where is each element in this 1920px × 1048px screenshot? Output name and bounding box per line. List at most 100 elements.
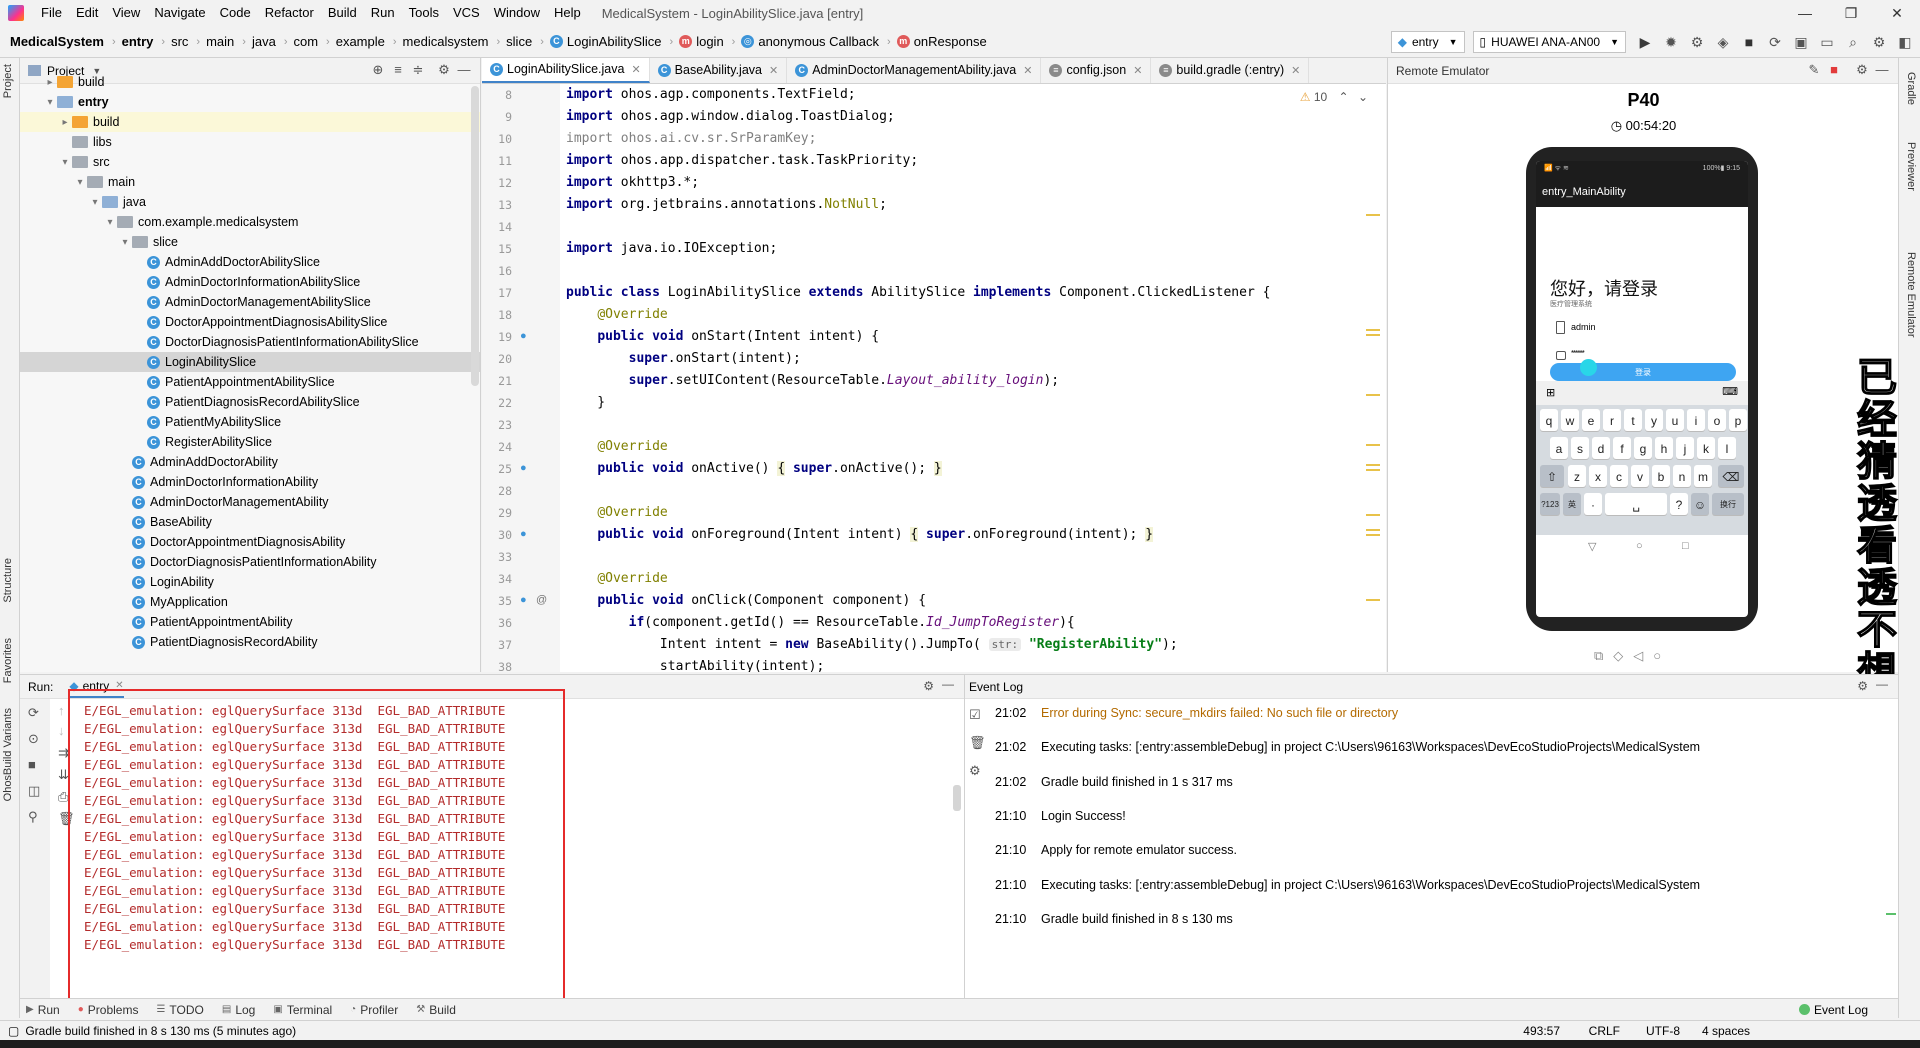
chevron-down-icon[interactable]: ▾ bbox=[103, 217, 117, 228]
project-scrollbar[interactable] bbox=[471, 86, 479, 386]
key-p[interactable]: p bbox=[1729, 409, 1747, 431]
debug-attach-icon[interactable]: ⊙ bbox=[28, 731, 39, 747]
tree-item[interactable]: C PatientAppointmentAbility bbox=[20, 612, 480, 632]
menu-vcs[interactable]: VCS bbox=[446, 0, 487, 26]
warning-stripe-mark[interactable] bbox=[1366, 529, 1380, 531]
key-e[interactable]: e bbox=[1582, 409, 1600, 431]
key-g[interactable]: g bbox=[1634, 437, 1652, 459]
run-icon[interactable]: ▶ bbox=[1634, 31, 1656, 53]
chevron-down-icon[interactable]: ▾ bbox=[118, 237, 132, 248]
username-field[interactable]: admin bbox=[1571, 322, 1596, 332]
rerun-icon[interactable]: ⟳ bbox=[28, 705, 39, 721]
chevron-down-icon[interactable]: ▾ bbox=[73, 177, 87, 188]
breadcrumb-item[interactable]: main bbox=[206, 34, 234, 49]
warning-stripe-mark[interactable] bbox=[1366, 599, 1380, 601]
run-config-select[interactable]: ◆ entry ▼ bbox=[1390, 31, 1465, 53]
enter-key[interactable]: 换行 bbox=[1712, 493, 1744, 515]
screenshot-icon[interactable]: ⧉ bbox=[1594, 648, 1603, 664]
key-k[interactable]: k bbox=[1697, 437, 1715, 459]
tree-item[interactable]: ▾ src bbox=[20, 152, 480, 172]
settings-gear-icon[interactable]: ⚙ bbox=[1857, 679, 1868, 693]
key-q[interactable]: q bbox=[1540, 409, 1558, 431]
breadcrumb-item[interactable]: entry bbox=[122, 34, 154, 49]
key-j[interactable]: j bbox=[1676, 437, 1694, 459]
status-message[interactable]: Gradle build finished in 8 s 130 ms (5 m… bbox=[25, 1024, 296, 1038]
clear-all-icon[interactable]: 🗑 bbox=[969, 735, 986, 751]
notifications-icon[interactable]: ◧ bbox=[1894, 31, 1916, 53]
settings-gear-icon[interactable]: ⚙ bbox=[1868, 31, 1890, 53]
stop-icon[interactable]: ■ bbox=[1738, 31, 1760, 53]
tree-item[interactable]: C AdminDoctorManagementAbility bbox=[20, 492, 480, 512]
password-field[interactable]: ****** bbox=[1571, 349, 1585, 358]
override-marker-icon[interactable]: ● bbox=[520, 594, 527, 606]
breadcrumb-item[interactable]: com bbox=[293, 34, 318, 49]
scroll-down-icon[interactable]: ↓ bbox=[58, 723, 65, 738]
tree-item[interactable]: ▸ build bbox=[20, 112, 480, 132]
tree-item[interactable]: C AdminAddDoctorAbilitySlice bbox=[20, 252, 480, 272]
code-area[interactable]: import ohos.agp.components.TextField; im… bbox=[566, 84, 1356, 672]
hide-panel-icon[interactable]: — bbox=[1876, 677, 1888, 691]
key-n[interactable]: n bbox=[1673, 465, 1691, 487]
key-u[interactable]: u bbox=[1666, 409, 1684, 431]
key-b[interactable]: b bbox=[1652, 465, 1670, 487]
maximize-button[interactable]: ❐ bbox=[1828, 0, 1874, 26]
editor-tab[interactable]: C BaseAbility.java ✕ bbox=[650, 58, 788, 83]
key-f[interactable]: f bbox=[1613, 437, 1631, 459]
breadcrumb-item[interactable]: java bbox=[252, 34, 276, 49]
bottom-tab-profiler[interactable]: ◔ Profiler bbox=[350, 1003, 398, 1017]
search-icon[interactable]: ⌕ bbox=[1842, 31, 1864, 53]
login-button[interactable]: 登录 bbox=[1550, 363, 1736, 381]
override-marker-icon[interactable]: ● bbox=[520, 330, 527, 342]
close-tab-icon[interactable]: ✕ bbox=[769, 64, 778, 77]
question-key[interactable]: ? bbox=[1670, 493, 1688, 515]
menu-window[interactable]: Window bbox=[487, 0, 547, 26]
home-nav-icon[interactable]: ○ bbox=[1636, 540, 1643, 552]
tree-item[interactable]: libs bbox=[20, 132, 480, 152]
menu-view[interactable]: View bbox=[105, 0, 147, 26]
warning-stripe-mark[interactable] bbox=[1366, 464, 1380, 466]
key-s[interactable]: s bbox=[1571, 437, 1589, 459]
menu-tools[interactable]: Tools bbox=[402, 0, 446, 26]
editor-tab[interactable]: ≡ build.gradle (:entry) ✕ bbox=[1151, 58, 1310, 83]
pin-icon[interactable]: ✎ bbox=[1804, 62, 1824, 78]
project-tool-button[interactable]: Project bbox=[2, 64, 14, 98]
space-key[interactable]: ␣ bbox=[1605, 493, 1667, 515]
remote-emulator-tool-button[interactable]: Remote Emulator bbox=[1905, 252, 1917, 338]
bottom-tab-run[interactable]: ▶ Run bbox=[26, 1003, 60, 1017]
close-tab-icon[interactable]: ✕ bbox=[1133, 64, 1142, 77]
keyboard-grid-icon[interactable]: ⊞ bbox=[1546, 386, 1555, 399]
tree-item[interactable]: C BaseAbility bbox=[20, 512, 480, 532]
breadcrumb-item[interactable]: src bbox=[171, 34, 188, 49]
editor-tab[interactable]: C AdminDoctorManagementAbility.java ✕ bbox=[787, 58, 1042, 83]
key-y[interactable]: y bbox=[1645, 409, 1663, 431]
key-z[interactable]: z bbox=[1568, 465, 1586, 487]
warning-stripe-mark[interactable] bbox=[1366, 329, 1380, 331]
symbols-key[interactable]: ?123 bbox=[1540, 493, 1560, 515]
warnings-indicator[interactable]: ⚠ 10 ⌃ ⌄ bbox=[1300, 90, 1368, 104]
profile-icon[interactable]: ◈ bbox=[1712, 31, 1734, 53]
editor-tab[interactable]: ≡ config.json ✕ bbox=[1041, 58, 1152, 83]
chevron-up-icon[interactable]: ⌃ bbox=[1339, 90, 1349, 104]
comma-key[interactable]: · bbox=[1584, 493, 1602, 515]
line-separator[interactable]: CRLF bbox=[1589, 1024, 1620, 1038]
key-m[interactable]: m bbox=[1694, 465, 1712, 487]
chevron-right-icon[interactable]: ▸ bbox=[43, 77, 57, 88]
bottom-tab-log[interactable]: ▤ Log bbox=[222, 1003, 255, 1017]
tree-item[interactable]: C DoctorDiagnosisPatientInformationAbilit… bbox=[20, 332, 480, 352]
tree-item[interactable]: C RegisterAbilitySlice bbox=[20, 432, 480, 452]
key-r[interactable]: r bbox=[1603, 409, 1621, 431]
tree-item[interactable]: ▸ build bbox=[20, 72, 480, 92]
mark-read-icon[interactable]: ☑ bbox=[969, 707, 981, 723]
print-icon[interactable]: ⎙ bbox=[58, 789, 68, 805]
indent-setting[interactable]: 4 spaces bbox=[1702, 1024, 1750, 1038]
build-variants-tool-button[interactable]: OhosBuild Variants bbox=[2, 708, 14, 801]
bottom-tab-build[interactable]: ⚒ Build bbox=[416, 1003, 456, 1017]
override-marker-icon[interactable]: ● bbox=[520, 462, 527, 474]
stop-emulator-icon[interactable]: ■ bbox=[1824, 62, 1844, 78]
annotation-marker-icon[interactable]: @ bbox=[536, 594, 547, 606]
bottom-tab-problems[interactable]: ● Problems bbox=[78, 1003, 139, 1017]
editor-tab[interactable]: C LoginAbilitySlice.java ✕ bbox=[482, 58, 650, 83]
gradle-tool-button[interactable]: Gradle bbox=[1905, 72, 1917, 105]
key-v[interactable]: v bbox=[1631, 465, 1649, 487]
device-manager-icon[interactable]: ▭ bbox=[1816, 31, 1838, 53]
